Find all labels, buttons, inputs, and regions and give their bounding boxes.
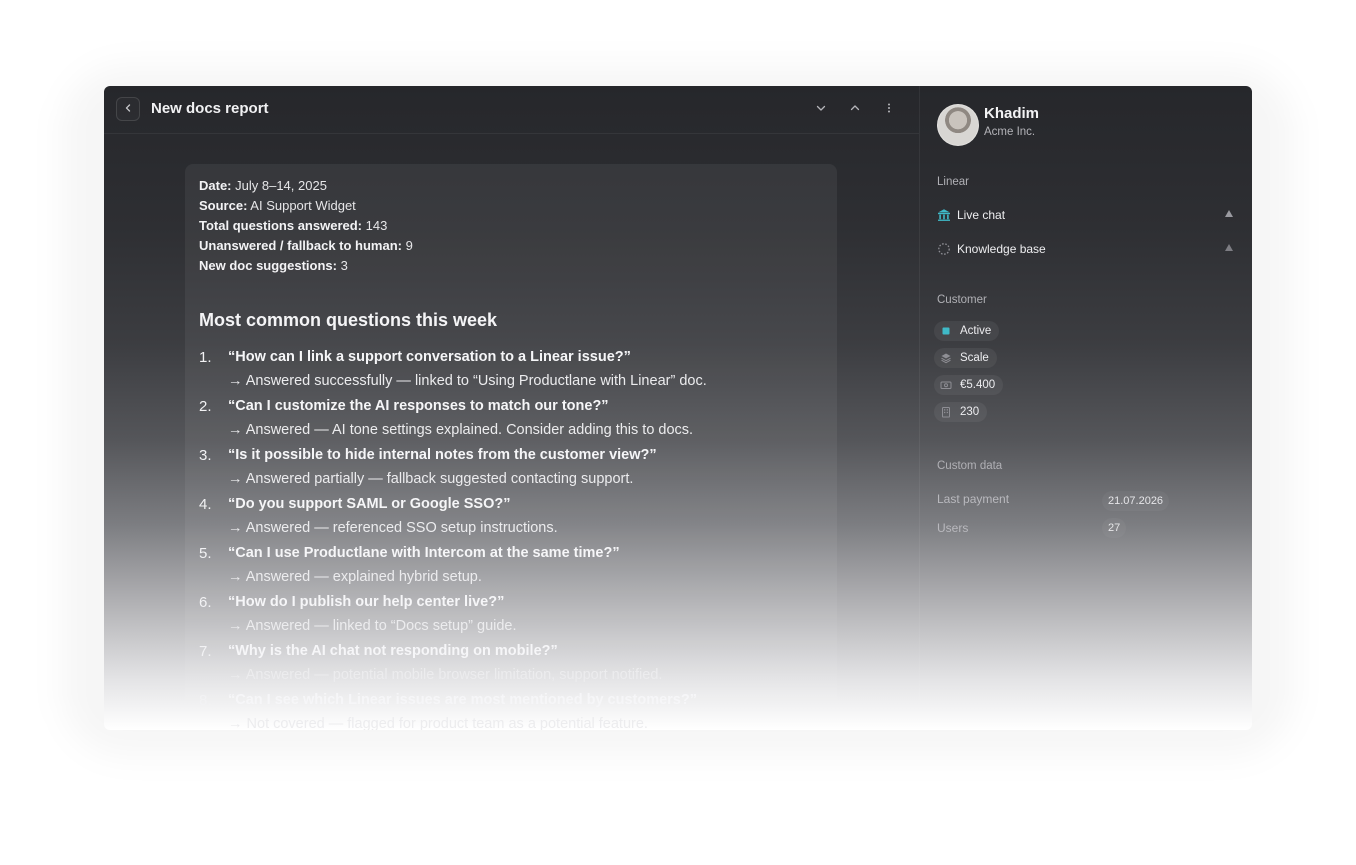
- customer-section-label: Customer: [937, 294, 987, 306]
- dashed-circle-icon: [937, 242, 951, 256]
- question-number: 7.: [199, 643, 212, 660]
- linear-section-label: Linear: [937, 176, 969, 188]
- custom-data-value[interactable]: 21.07.2026: [1102, 491, 1170, 511]
- avatar[interactable]: [937, 104, 979, 146]
- question-number: 3.: [199, 447, 212, 464]
- custom-data-key: Users: [937, 521, 969, 535]
- question-answer: → Answered — referenced SSO setup instru…: [228, 520, 558, 536]
- question-item: 7. “Why is the AI chat not responding on…: [199, 643, 819, 692]
- revenue-label: €5.400: [960, 379, 996, 391]
- question-text: “How do I publish our help center live?”: [228, 594, 505, 610]
- question-text: “Can I see which Linear issues are most …: [228, 692, 697, 708]
- building-icon: [940, 406, 952, 418]
- revenue-badge[interactable]: €5.400: [934, 375, 1004, 395]
- question-number: 8.: [199, 692, 212, 709]
- bank-icon: [937, 208, 951, 222]
- report-card: Date: July 8–14, 2025 Source: AI Support…: [185, 164, 837, 730]
- customer-sidebar: Khadim Acme Inc. Linear Live chat Knowle…: [920, 86, 1252, 730]
- next-button[interactable]: [813, 102, 829, 118]
- question-answer: → Answered — linked to “Docs setup” guid…: [228, 618, 517, 634]
- status-square-icon: [940, 325, 952, 337]
- custom-data-value[interactable]: 27: [1102, 518, 1127, 538]
- chevron-left-icon: [123, 100, 133, 118]
- question-answer: → Answered successfully — linked to “Usi…: [228, 373, 707, 389]
- question-answer: → Answered — AI tone settings explained.…: [228, 422, 694, 438]
- money-icon: [940, 379, 952, 391]
- meta-source: Source: AI Support Widget: [199, 198, 356, 213]
- question-item: 2. “Can I customize the AI responses to …: [199, 398, 819, 447]
- chevron-up-icon: [849, 101, 861, 119]
- back-button[interactable]: [116, 97, 140, 121]
- question-text: “Is it possible to hide internal notes f…: [228, 447, 657, 463]
- question-text: “How can I link a support conversation t…: [228, 349, 631, 365]
- question-item: 1. “How can I link a support conversatio…: [199, 349, 819, 398]
- linear-item-label: Live chat: [957, 208, 1006, 222]
- section-heading: Most common questions this week: [199, 310, 498, 330]
- chevron-down-icon: [815, 101, 827, 119]
- linear-item-live-chat[interactable]: Live chat: [937, 206, 1233, 226]
- question-number: 2.: [199, 398, 212, 415]
- question-number: 5.: [199, 545, 212, 562]
- question-number: 4.: [199, 496, 212, 513]
- question-text: “Can I customize the AI responses to mat…: [228, 398, 609, 414]
- question-list: 1. “How can I link a support conversatio…: [199, 349, 819, 730]
- status-badge[interactable]: Active: [934, 321, 1000, 341]
- question-answer: → Answered — potential mobile browser li…: [228, 667, 663, 683]
- question-text: “Can I use Productlane with Intercom at …: [228, 545, 620, 561]
- customer-name: Khadim: [984, 105, 1040, 122]
- question-item: 5. “Can I use Productlane with Intercom …: [199, 545, 819, 594]
- question-text: “Do you support SAML or Google SSO?”: [228, 496, 511, 512]
- question-answer: → Answered partially — fallback suggeste…: [228, 471, 634, 487]
- plan-label: Scale: [960, 352, 989, 364]
- top-bar: New docs report: [104, 86, 919, 134]
- employees-badge[interactable]: 230: [934, 402, 988, 422]
- linear-item-knowledge-base[interactable]: Knowledge base: [937, 240, 1233, 260]
- linear-item-label: Knowledge base: [957, 242, 1046, 256]
- meta-unanswered: Unanswered / fallback to human: 9: [199, 238, 413, 253]
- meta-date: Date: July 8–14, 2025: [199, 178, 327, 193]
- layers-icon: [940, 352, 952, 364]
- question-item: 3. “Is it possible to hide internal note…: [199, 447, 819, 496]
- vertical-dots-icon: [883, 101, 895, 119]
- more-options-button[interactable]: [881, 102, 897, 118]
- question-answer: → Not covered — flagged for product team…: [228, 716, 648, 730]
- page-title: New docs report: [151, 100, 269, 117]
- question-item: 4. “Do you support SAML or Google SSO?” …: [199, 496, 819, 545]
- question-item: 6. “How do I publish our help center liv…: [199, 594, 819, 643]
- plan-badge[interactable]: Scale: [934, 348, 997, 368]
- status-label: Active: [960, 325, 992, 337]
- app-window: New docs report Date: July 8–14, 2025 So…: [104, 86, 1252, 730]
- custom-data-key: Last payment: [937, 492, 1010, 506]
- question-answer: → Answered — explained hybrid setup.: [228, 569, 482, 585]
- question-number: 6.: [199, 594, 212, 611]
- question-number: 1.: [199, 349, 212, 366]
- priority-triangle-icon: [1225, 244, 1233, 251]
- question-text: “Why is the AI chat not responding on mo…: [228, 643, 558, 659]
- report-panel: New docs report Date: July 8–14, 2025 So…: [104, 86, 919, 730]
- question-item: 8. “Can I see which Linear issues are mo…: [199, 692, 819, 730]
- meta-total-answered: Total questions answered: 143: [199, 218, 388, 233]
- employees-label: 230: [960, 406, 980, 418]
- report-meta: Date: July 8–14, 2025 Source: AI Support…: [199, 176, 413, 276]
- customer-company: Acme Inc.: [984, 126, 1036, 138]
- priority-triangle-icon: [1225, 210, 1233, 217]
- custom-data-section-label: Custom data: [937, 460, 1003, 472]
- previous-button[interactable]: [847, 102, 863, 118]
- meta-doc-suggestions: New doc suggestions: 3: [199, 258, 348, 273]
